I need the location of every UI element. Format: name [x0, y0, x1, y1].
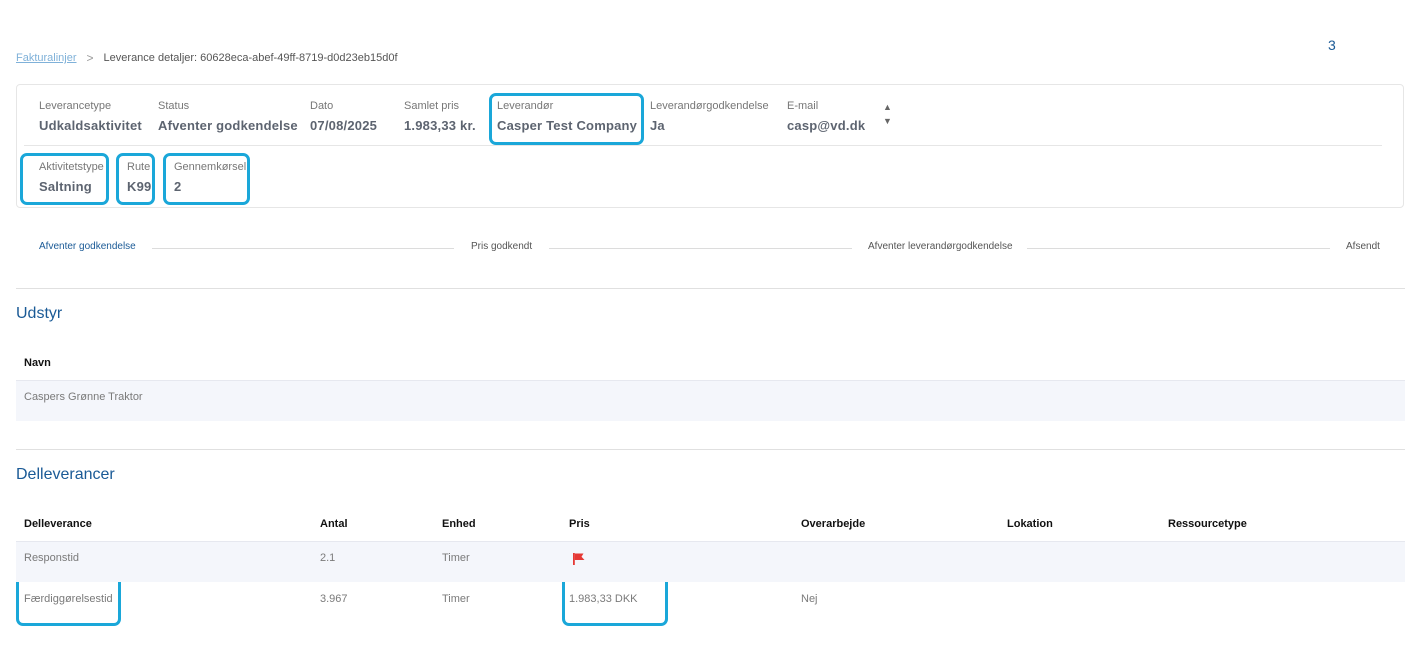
- field-leverancetype: Leverancetype Udkaldsaktivitet: [39, 100, 142, 133]
- column-header-enhed: Enhed: [442, 518, 476, 530]
- column-header-pris: Pris: [569, 518, 590, 530]
- status-stepper: Afventer godkendelse Pris godkendt Afven…: [39, 241, 1382, 255]
- step-afventer-leverandorgodkendelse: Afventer leverandørgodkendelse: [868, 241, 1013, 252]
- cell-enhed: Timer: [442, 552, 470, 564]
- step-afsendt: Afsendt: [1346, 241, 1380, 252]
- field-label: Aktivitetstype: [39, 161, 104, 173]
- field-value: casp@vd.dk: [787, 118, 866, 133]
- field-label: Rute: [127, 161, 151, 173]
- column-header-overarbejde: Overarbejde: [801, 518, 866, 530]
- section-divider: [16, 449, 1405, 450]
- field-value: Udkaldsaktivitet: [39, 118, 142, 133]
- breadcrumb-current: Leverance detaljer: 60628eca-abef-49ff-8…: [103, 52, 398, 64]
- breadcrumb-link-fakturalinjer[interactable]: Fakturalinjer: [16, 52, 77, 64]
- field-samlet-pris: Samlet pris 1.983,33 kr.: [404, 100, 476, 133]
- section-divider: [16, 288, 1405, 289]
- field-label: Samlet pris: [404, 100, 460, 112]
- field-status: Status Afventer godkendelse: [158, 100, 298, 133]
- field-value: 07/08/2025: [310, 118, 378, 133]
- step-afventer-godkendelse: Afventer godkendelse: [39, 241, 136, 252]
- table-row[interactable]: Færdiggørelsestid 3.967 Timer 1.983,33 D…: [16, 582, 1405, 623]
- sort-toggle[interactable]: ▲ ▼: [883, 100, 892, 128]
- step-connector: [1027, 248, 1330, 249]
- cell-antal: 2.1: [320, 552, 336, 564]
- table-row[interactable]: Responstid 2.1 Timer: [16, 541, 1405, 582]
- field-value: K99: [127, 179, 152, 194]
- field-leverandorgodkendelse: Leverandørgodkendelse Ja: [650, 100, 769, 133]
- field-label: Leverancetype: [39, 100, 112, 112]
- column-header-navn: Navn: [24, 357, 51, 369]
- cell-enhed: Timer: [442, 593, 470, 605]
- breadcrumb: Fakturalinjer > Leverance detaljer: 6062…: [16, 51, 398, 65]
- step-pris-godkendt: Pris godkendt: [471, 241, 533, 252]
- column-header-delleverance: Delleverance: [24, 518, 92, 530]
- field-value: Ja: [650, 118, 665, 133]
- field-aktivitetstype: Aktivitetstype Saltning: [39, 161, 104, 194]
- field-label: Dato: [310, 100, 334, 112]
- flag-icon: [572, 552, 586, 571]
- field-value: Afventer godkendelse: [158, 118, 298, 133]
- field-label: Status: [158, 100, 190, 112]
- step-connector: [549, 248, 852, 249]
- cell-overarbejde: Nej: [801, 593, 818, 605]
- field-label: Leverandør: [497, 100, 554, 112]
- field-leverandor: Leverandør Casper Test Company: [497, 100, 637, 133]
- field-label: Leverandørgodkendelse: [650, 100, 769, 112]
- column-header-ressourcetype: Ressourcetype: [1168, 518, 1247, 530]
- sort-down-icon[interactable]: ▼: [883, 114, 892, 128]
- field-value: Saltning: [39, 179, 92, 194]
- breadcrumb-separator: >: [86, 51, 94, 65]
- cell-delleverance: Responstid: [24, 552, 80, 564]
- column-header-lokation: Lokation: [1007, 518, 1053, 530]
- cell-navn: Caspers Grønne Traktor: [24, 391, 143, 403]
- cell-delleverance: Færdiggørelsestid: [24, 593, 113, 605]
- field-value: 2: [174, 179, 182, 194]
- cell-antal: 3.967: [320, 593, 348, 605]
- section-title-delleverancer: Delleverancer: [16, 466, 115, 483]
- field-rute: Rute K99: [127, 161, 151, 194]
- field-value: Casper Test Company: [497, 118, 638, 133]
- page-number: 3: [1328, 37, 1336, 53]
- step-connector: [152, 248, 454, 249]
- field-gennemkorsel: Gennemkørsel 2: [174, 161, 246, 194]
- card-divider: [24, 145, 1382, 146]
- field-dato: Dato 07/08/2025: [310, 100, 377, 133]
- field-email: E-mail casp@vd.dk: [787, 100, 865, 133]
- field-value: 1.983,33 kr.: [404, 118, 476, 133]
- field-label: Gennemkørsel: [174, 161, 247, 173]
- column-header-antal: Antal: [320, 518, 348, 530]
- section-title-udstyr: Udstyr: [16, 305, 63, 322]
- sort-up-icon[interactable]: ▲: [883, 100, 892, 114]
- cell-pris: 1.983,33 DKK: [569, 593, 638, 605]
- field-label: E-mail: [787, 100, 819, 112]
- table-row[interactable]: Caspers Grønne Traktor: [16, 380, 1405, 421]
